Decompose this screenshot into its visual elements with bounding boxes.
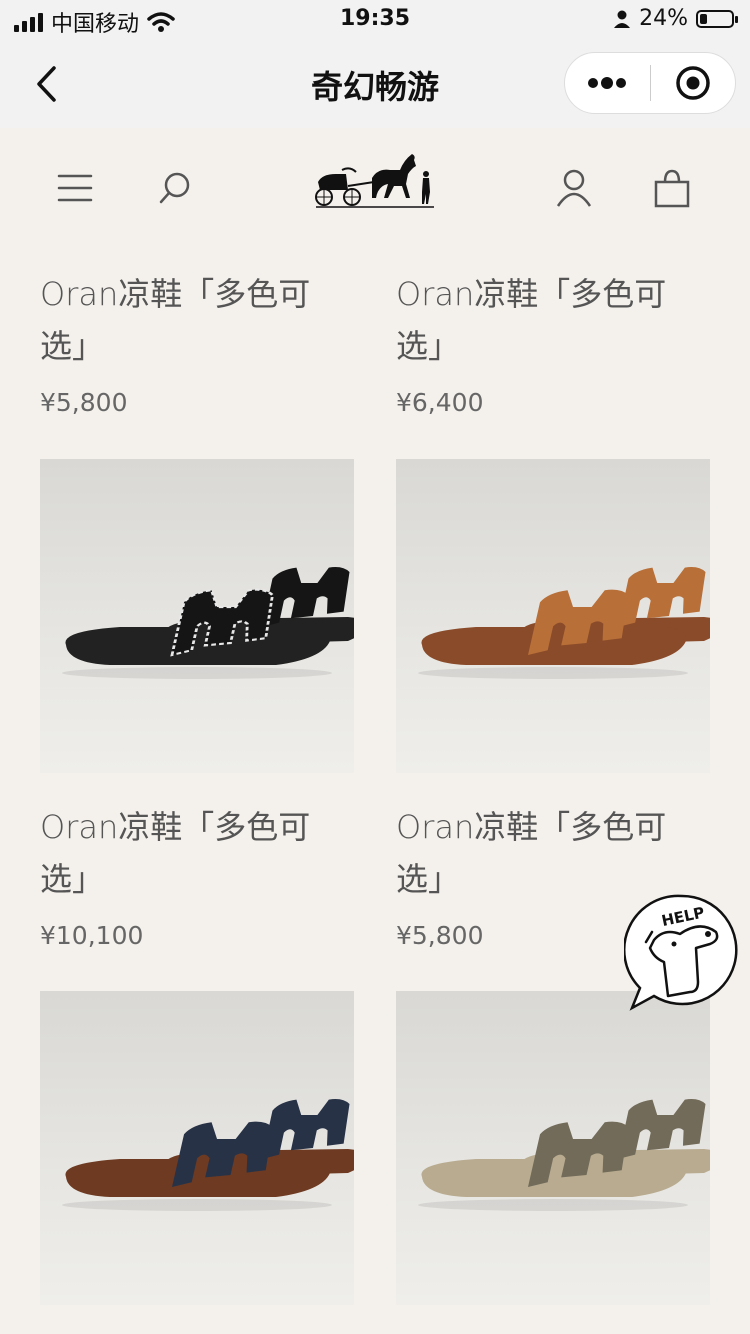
product-card[interactable]: Oran凉鞋「多色可选」 ¥5,800 [40,268,354,417]
product-card[interactable]: Oran凉鞋「多色可选」 ¥10,100 [40,459,354,950]
search-button[interactable] [151,164,199,212]
black-sandal-image [62,567,354,679]
product-image[interactable] [396,991,710,1305]
brand-logo [315,154,434,208]
hamburger-icon [57,174,93,202]
target-icon [676,66,710,100]
cart-button[interactable] [648,164,696,212]
product-card[interactable]: Oran凉鞋「多色可选」 ¥6,400 [396,268,710,417]
product-image[interactable] [40,991,354,1305]
product-name: Oran凉鞋「多色可选」 [396,808,667,898]
tan-sandal-image [418,567,710,679]
person-icon [614,10,631,28]
nav-bar: 奇幻畅游 [0,40,750,128]
battery-icon [696,9,738,28]
more-button[interactable] [565,53,650,113]
shopping-bag-icon [654,169,690,208]
product-image[interactable] [40,459,354,773]
close-mini-program-button[interactable] [651,53,736,113]
battery-percent: 24% [639,6,688,31]
account-button[interactable] [550,164,598,212]
product-card[interactable] [40,991,354,1305]
site-header [0,128,750,248]
menu-button[interactable] [51,164,99,212]
product-price: ¥5,800 [40,388,128,417]
product-name: Oran凉鞋「多色可选」 [40,275,311,365]
search-icon [159,172,190,204]
product-name: Oran凉鞋「多色可选」 [396,275,667,365]
product-name: Oran凉鞋「多色可选」 [40,808,311,898]
olive-sandal-image [418,1099,710,1211]
user-icon [556,169,592,207]
more-dots-icon [588,77,627,89]
mini-program-capsule [564,52,736,114]
product-image[interactable] [396,459,710,773]
help-button[interactable]: HELP [624,892,740,1016]
product-price: ¥6,400 [396,388,484,417]
status-right: 24% [613,6,738,31]
product-card[interactable] [396,991,710,1305]
denim-sandal-image [62,1099,354,1211]
product-price: ¥10,100 [40,921,144,950]
status-bar: 中国移动 19:35 24% [0,0,750,40]
product-card[interactable]: Oran凉鞋「多色可选」 ¥5,800 [396,459,710,950]
